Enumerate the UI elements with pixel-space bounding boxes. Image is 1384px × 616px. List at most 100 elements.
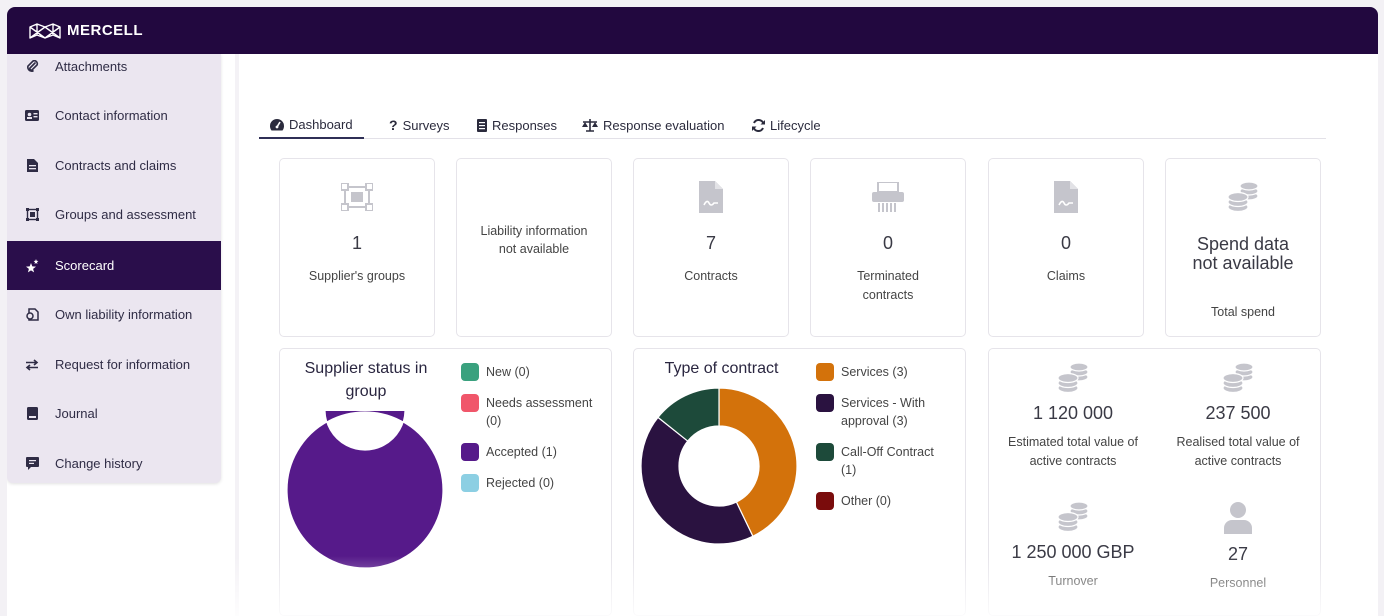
metric-personnel[interactable]: 27 Personnel <box>1158 502 1318 593</box>
book-icon <box>7 407 55 420</box>
terminated-label-line1: Terminated <box>857 269 919 283</box>
legend-swatch <box>816 443 834 461</box>
card-terminated-contracts[interactable]: 0 Terminated contracts <box>810 158 966 337</box>
realised-label-line1: Realised total value of <box>1176 435 1300 449</box>
comment-icon <box>7 457 55 470</box>
sidebar-item-change-history[interactable]: Change history <box>7 439 221 488</box>
mercell-logo-icon <box>29 22 61 39</box>
card-financial-metrics: 1 120 000 Estimated total value of activ… <box>988 348 1321 616</box>
estimated-label-line2: active contracts <box>1029 454 1117 468</box>
sidebar-item-label: Scorecard <box>55 258 115 273</box>
legend-swatch <box>461 394 479 412</box>
tab-dashboard[interactable]: Dashboard <box>259 112 364 139</box>
card-claims[interactable]: 0 Claims <box>988 158 1144 337</box>
sidebar-item-own-liability-information[interactable]: Own liability information <box>7 290 221 339</box>
liability-text-line1: Liability information <box>480 224 588 238</box>
mercell-logo[interactable]: MERCELL <box>29 22 143 39</box>
estimated-label: Estimated total value of active contract… <box>1008 433 1138 471</box>
realised-label: Realised total value of active contracts <box>1177 433 1300 471</box>
legend-swatch <box>816 492 834 510</box>
tab-label: Response evaluation <box>603 117 725 133</box>
legend-item[interactable]: Call-Off Contract (1) <box>816 443 934 479</box>
arrows-icon <box>7 358 55 371</box>
legend-label: Needs assessment (0) <box>486 394 592 430</box>
sidebar-item-journal[interactable]: Journal <box>7 389 221 438</box>
realised-label-line2: active contracts <box>1194 454 1282 468</box>
card-suppliers-groups[interactable]: 1 Supplier's groups <box>279 158 435 337</box>
card-liability[interactable]: Liability information not available <box>456 158 612 337</box>
tab-responses[interactable]: Responses <box>477 112 557 138</box>
sidebar-item-request-for-information[interactable]: Request for information <box>7 340 221 389</box>
tab-label: Surveys <box>402 117 450 133</box>
sidebar-item-contracts-and-claims[interactable]: Contracts and claims <box>7 141 221 190</box>
legend-item[interactable]: Accepted (1) <box>461 443 557 461</box>
contract-type-donut[interactable] <box>640 387 798 545</box>
sidebar-item-label: Groups and assessment <box>55 207 196 222</box>
legend-swatch <box>461 474 479 492</box>
estimated-value: 1 120 000 <box>1032 403 1114 423</box>
paperclip-icon <box>7 60 55 73</box>
legend-label-line1: Accepted (1) <box>486 445 557 459</box>
spend-text-line1: Spend data <box>1196 234 1290 254</box>
legend-item[interactable]: Needs assessment (0) <box>461 394 592 430</box>
group-icon <box>341 179 373 215</box>
sidebar-item-label: Contact information <box>55 108 168 123</box>
metric-realised-value[interactable]: 237 500 Realised total value of active c… <box>1158 363 1318 471</box>
sidebar-item-groups-and-assessment[interactable]: Groups and assessment <box>7 190 221 239</box>
legend-label-line2: (0) <box>486 414 502 428</box>
legend-item[interactable]: New (0) <box>461 363 530 381</box>
metric-estimated-value[interactable]: 1 120 000 Estimated total value of activ… <box>993 363 1153 471</box>
card-supplier-status: Supplier status in group New (0) Needs as… <box>279 348 612 616</box>
card-total-spend[interactable]: Spend data not available Total spend <box>1165 158 1321 337</box>
id-card-icon <box>7 110 55 121</box>
tab-label: Dashboard <box>289 117 353 132</box>
legend-label: Rejected (0) <box>486 474 554 492</box>
legend-label: Services - With approval (3) <box>841 394 925 430</box>
legend-label: Other (0) <box>841 492 891 510</box>
personnel-value: 27 <box>1227 544 1249 564</box>
legend-label: Accepted (1) <box>486 443 557 461</box>
card-contract-type: Type of contract Services (3) Services - … <box>633 348 966 616</box>
legend-item[interactable]: Services - With approval (3) <box>816 394 925 430</box>
question-icon: ? <box>389 117 398 133</box>
shredder-icon <box>872 179 904 215</box>
legend-item[interactable]: Services (3) <box>816 363 908 381</box>
tab-surveys[interactable]: ? Surveys <box>389 112 450 138</box>
legend-swatch <box>461 443 479 461</box>
scale-icon <box>582 118 598 132</box>
tab-label: Lifecycle <box>770 117 821 133</box>
sidebar-item-label: Request for information <box>55 357 191 372</box>
legend-swatch <box>461 363 479 381</box>
refresh-icon <box>752 118 765 132</box>
supplier-status-donut[interactable] <box>286 411 444 569</box>
tab-response-evaluation[interactable]: Response evaluation <box>582 112 724 138</box>
supplier-status-title-line1: Supplier status in <box>304 360 428 377</box>
realised-value: 237 500 <box>1205 403 1271 423</box>
card-contracts[interactable]: 7 Contracts <box>633 158 789 337</box>
app-window: MERCELL Attachments Contact information … <box>7 7 1378 616</box>
legend-label-line1: Rejected (0) <box>486 476 555 490</box>
tab-lifecycle[interactable]: Lifecycle <box>752 112 821 138</box>
donut-slice-accepted[interactable] <box>286 411 444 569</box>
donut-slice-services-with-approval[interactable] <box>640 416 754 545</box>
legend-label: Call-Off Contract (1) <box>841 443 934 479</box>
metric-turnover[interactable]: 1 250 000 GBP Turnover <box>993 502 1153 591</box>
spend-text-line2: not available <box>1192 253 1294 273</box>
document-icon <box>7 159 55 172</box>
tab-label: Responses <box>492 117 558 133</box>
coins-icon <box>1222 363 1254 393</box>
sidebar-item-contact-information[interactable]: Contact information <box>7 91 221 140</box>
legend-label-line2: (1) <box>841 463 857 477</box>
sidebar-item-attachments[interactable]: Attachments <box>7 42 221 91</box>
legend-item[interactable]: Other (0) <box>816 492 891 510</box>
sidebar-item-label: Own liability information <box>55 307 193 322</box>
turnover-label: Turnover <box>1048 574 1098 588</box>
user-icon <box>1224 502 1252 534</box>
legend-label-line1: Services (3) <box>841 365 908 379</box>
coins-icon <box>1057 502 1089 532</box>
sidebar-item-label: Journal <box>55 406 98 421</box>
legend-label-line1: Call-Off Contract <box>841 445 934 459</box>
terminated-label: Terminated contracts <box>857 267 919 305</box>
legend-item[interactable]: Rejected (0) <box>461 474 554 492</box>
sidebar-item-scorecard[interactable]: Scorecard <box>7 241 221 290</box>
